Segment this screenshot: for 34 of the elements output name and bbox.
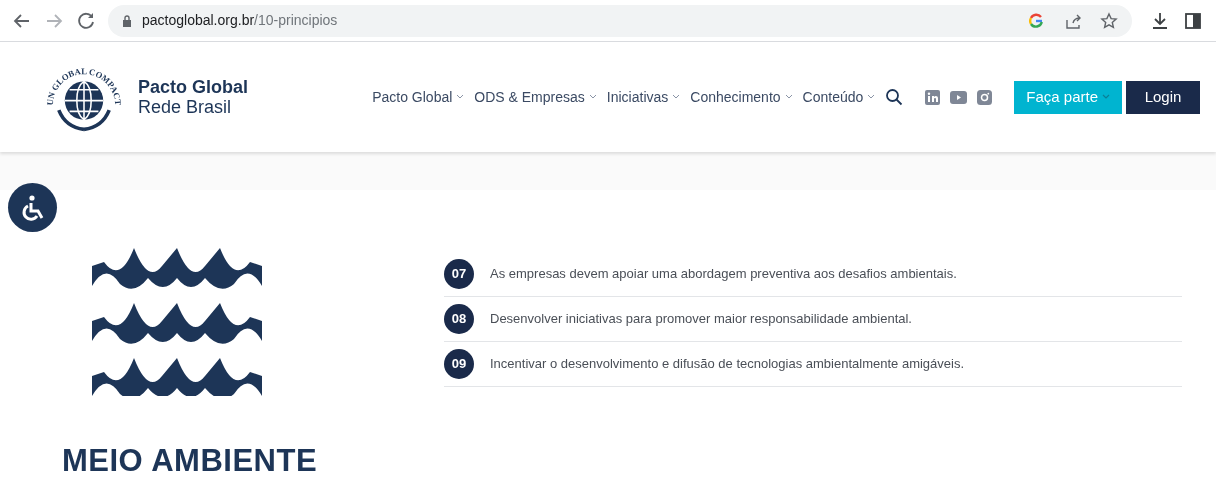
side-panel-icon[interactable] <box>1184 11 1202 30</box>
star-icon[interactable] <box>1100 11 1118 30</box>
nav-link[interactable]: Conhecimento <box>690 86 793 108</box>
search-icon[interactable] <box>885 88 904 106</box>
caret-icon <box>588 94 597 100</box>
url-text: pactoglobal.org.br/10-principios <box>142 11 338 30</box>
youtube-icon[interactable] <box>950 90 968 104</box>
address-bar[interactable]: pactoglobal.org.br/10-principios <box>108 4 1132 37</box>
principle-text: Incentivar o desenvolvimento e difusão de tecnologias ambientalmente amigáveis. <box>490 355 965 374</box>
caret-icon <box>1102 94 1110 100</box>
number-badge: 07 <box>444 259 474 289</box>
brand-subtitle: Rede Brasil <box>138 97 233 117</box>
caret-icon <box>867 94 876 100</box>
section-title: MEIO AMBIENTE <box>62 442 319 480</box>
number-badge: 09 <box>444 349 474 379</box>
nav-link[interactable]: ODS & Empresas <box>474 86 597 108</box>
brand-title: Pacto Global <box>138 77 249 97</box>
linkedin-icon[interactable] <box>925 89 941 105</box>
lock-icon <box>122 14 132 27</box>
principle-text: As empresas devem apoiar uma abordagem preventiva aos desafios ambientais. <box>490 265 957 284</box>
nav-link[interactable]: Iniciativas <box>606 86 681 108</box>
instagram-icon[interactable] <box>977 89 993 105</box>
caret-icon <box>456 94 465 100</box>
accessibility-button[interactable] <box>8 183 57 232</box>
google-icon[interactable] <box>1028 12 1044 29</box>
nav-link[interactable]: Pacto Global <box>372 86 465 108</box>
number-badge: 08 <box>444 304 474 334</box>
caret-icon <box>672 94 681 100</box>
login-button[interactable]: Login <box>1126 80 1200 114</box>
caret-icon <box>784 94 793 100</box>
download-icon[interactable] <box>1150 10 1170 31</box>
waves-icon <box>92 248 262 396</box>
principle-text: Desenvolver iniciativas para promover maior responsabilidade ambiental. <box>490 310 912 329</box>
nav-link[interactable]: Conteúdo <box>802 86 876 108</box>
